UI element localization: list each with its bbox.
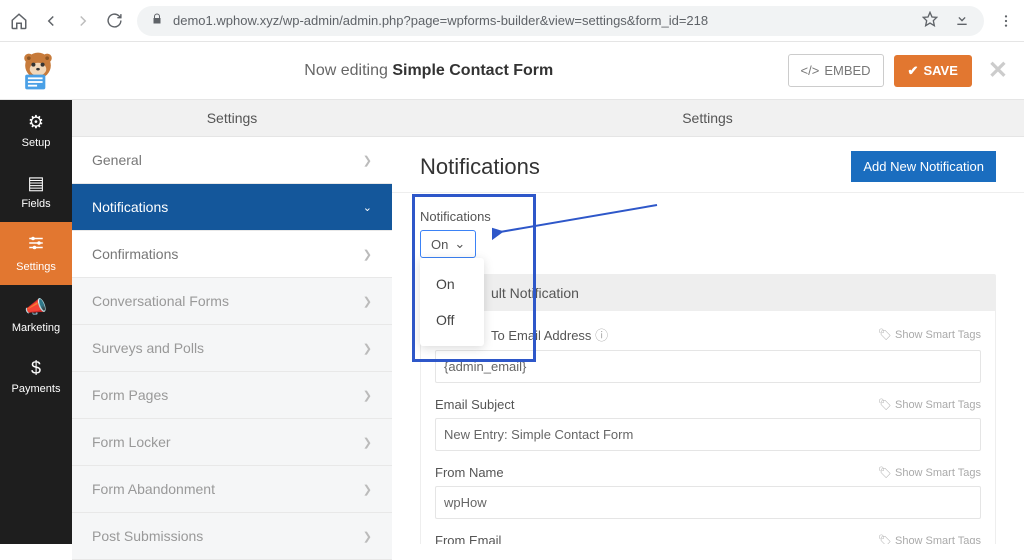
browser-toolbar: demo1.wphow.xyz/wp-admin/admin.php?page=… bbox=[0, 0, 1024, 42]
chevron-right-icon: ❯ bbox=[363, 342, 372, 355]
lock-icon bbox=[151, 13, 163, 28]
settings-item-confirmations[interactable]: Confirmations❯ bbox=[72, 231, 392, 278]
field-label: From Email bbox=[435, 533, 501, 544]
settings-item-formlocker[interactable]: Form Locker❯ bbox=[72, 419, 392, 466]
main-sidebar: ⚙Setup ▤Fields Settings 📣Marketing $Paym… bbox=[0, 100, 72, 544]
settings-item-formpages[interactable]: Form Pages❯ bbox=[72, 372, 392, 419]
chevron-right-icon: ❯ bbox=[363, 154, 372, 167]
chevron-down-icon: ⌄ bbox=[454, 236, 465, 252]
url-bar[interactable]: demo1.wphow.xyz/wp-admin/admin.php?page=… bbox=[137, 6, 984, 36]
reload-icon[interactable] bbox=[106, 12, 123, 29]
tag-icon: 🏷 bbox=[878, 534, 892, 544]
chevron-right-icon: ❯ bbox=[363, 248, 372, 261]
gear-icon: ⚙ bbox=[0, 112, 72, 133]
dropdown-option-on[interactable]: On bbox=[420, 266, 484, 302]
add-notification-button[interactable]: Add New Notification bbox=[851, 151, 996, 182]
sidebar-item-payments[interactable]: $Payments bbox=[0, 346, 72, 407]
chevron-right-icon: ❯ bbox=[363, 483, 372, 496]
download-icon[interactable] bbox=[954, 11, 970, 30]
sidebar-item-settings[interactable]: Settings bbox=[0, 222, 72, 285]
tag-icon: 🏷 bbox=[878, 398, 892, 411]
chevron-right-icon: ❯ bbox=[363, 295, 372, 308]
home-icon[interactable] bbox=[10, 12, 28, 30]
close-icon[interactable]: ✕ bbox=[988, 56, 1008, 85]
settings-subnav: Settings General❯ Notifications⌄ Confirm… bbox=[72, 100, 392, 544]
settings-item-general[interactable]: General❯ bbox=[72, 137, 392, 184]
settings-item-conversational[interactable]: Conversational Forms❯ bbox=[72, 278, 392, 325]
field-label: To Email Address bbox=[491, 328, 591, 343]
settings-item-abandonment[interactable]: Form Abandonment❯ bbox=[72, 466, 392, 513]
chevron-right-icon: ❯ bbox=[363, 436, 372, 449]
content-tab-title: Settings bbox=[392, 100, 1024, 137]
megaphone-icon: 📣 bbox=[0, 297, 72, 318]
smart-tags-link[interactable]: 🏷Show Smart Tags bbox=[878, 328, 981, 341]
embed-button[interactable]: </>EMBED bbox=[788, 54, 884, 87]
content-area: Settings Notifications Add New Notificat… bbox=[392, 100, 1024, 544]
sidebar-item-setup[interactable]: ⚙Setup bbox=[0, 100, 72, 161]
settings-item-post-submissions[interactable]: Post Submissions❯ bbox=[72, 513, 392, 560]
sidebar-item-fields[interactable]: ▤Fields bbox=[0, 161, 72, 222]
smart-tags-link[interactable]: 🏷Show Smart Tags bbox=[878, 466, 981, 479]
chevron-down-icon: ⌄ bbox=[363, 201, 372, 214]
dollar-icon: $ bbox=[0, 358, 72, 379]
star-icon[interactable] bbox=[922, 11, 938, 30]
email-subject-input[interactable] bbox=[435, 418, 981, 451]
menu-dots-icon[interactable] bbox=[998, 13, 1014, 29]
tag-icon: 🏷 bbox=[878, 466, 892, 479]
settings-subnav-title: Settings bbox=[72, 100, 392, 137]
settings-item-surveys[interactable]: Surveys and Polls❯ bbox=[72, 325, 392, 372]
page-heading: Notifications bbox=[420, 154, 540, 180]
sidebar-item-marketing[interactable]: 📣Marketing bbox=[0, 285, 72, 346]
chevron-right-icon: ❯ bbox=[363, 389, 372, 402]
dropdown-option-off[interactable]: Off bbox=[420, 302, 484, 338]
smart-tags-link[interactable]: 🏷Show Smart Tags bbox=[878, 398, 981, 411]
help-icon[interactable]: ⓘ bbox=[595, 328, 608, 343]
notification-panel: ult Notification To Email Address ⓘ 🏷Sho… bbox=[420, 274, 996, 544]
field-label: Email Subject bbox=[435, 397, 514, 412]
notifications-toggle-select[interactable]: On ⌄ bbox=[420, 230, 476, 258]
url-text: demo1.wphow.xyz/wp-admin/admin.php?page=… bbox=[173, 13, 912, 28]
check-icon: ✔ bbox=[908, 63, 919, 79]
list-icon: ▤ bbox=[0, 173, 72, 194]
chevron-right-icon: ❯ bbox=[363, 530, 372, 543]
save-button[interactable]: ✔SAVE bbox=[894, 55, 972, 87]
app-topbar: Now editing Simple Contact Form </>EMBED… bbox=[0, 42, 1024, 100]
field-label: From Name bbox=[435, 465, 504, 480]
smart-tags-link[interactable]: 🏷Show Smart Tags bbox=[878, 534, 981, 544]
send-to-email-input[interactable] bbox=[435, 350, 981, 383]
back-icon[interactable] bbox=[42, 12, 60, 30]
dropdown-menu: On Off bbox=[420, 258, 484, 346]
wpforms-logo bbox=[16, 49, 60, 93]
panel-title: ult Notification bbox=[421, 275, 995, 311]
forward-icon bbox=[74, 12, 92, 30]
tag-icon: 🏷 bbox=[878, 328, 892, 341]
notifications-toggle-label: Notifications bbox=[420, 209, 996, 224]
settings-item-notifications[interactable]: Notifications⌄ bbox=[72, 184, 392, 231]
from-name-input[interactable] bbox=[435, 486, 981, 519]
sliders-icon bbox=[0, 234, 72, 257]
code-icon: </> bbox=[801, 63, 820, 78]
editing-title: Now editing Simple Contact Form bbox=[70, 62, 788, 80]
